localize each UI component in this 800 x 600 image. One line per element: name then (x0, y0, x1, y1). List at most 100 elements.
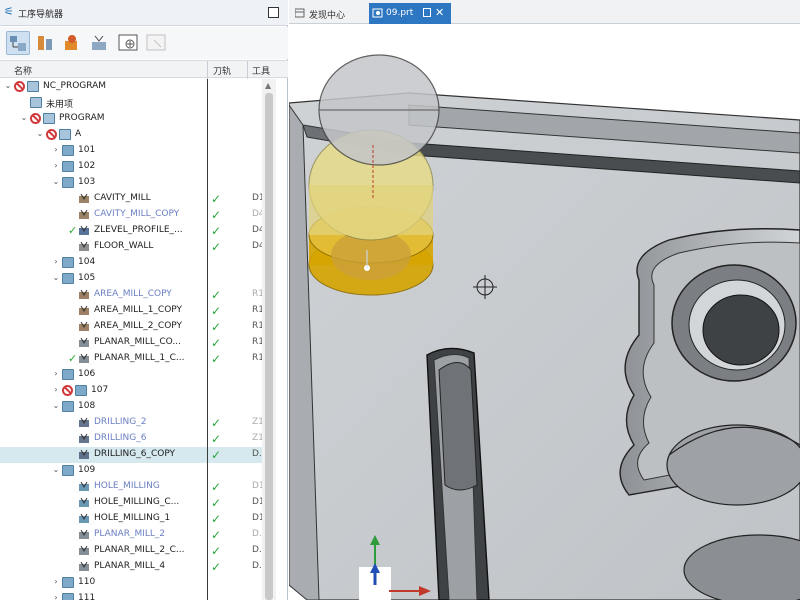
column-toolpath[interactable]: 刀轨 (213, 64, 231, 77)
expand-icon[interactable]: › (52, 594, 60, 600)
tree-operation-row[interactable]: DRILLING_2 ✓ Z1 (0, 415, 262, 431)
tree-operation-row[interactable]: HOLE_MILLING_1 ✓ D1 (0, 511, 262, 527)
tree-item-label: 103 (78, 177, 96, 187)
tree-item-label: AREA_MILL_2_COPY (94, 321, 183, 331)
tree-operation-row[interactable]: PLANAR_MILL_2_C... ✓ D. (0, 543, 262, 559)
tree-item-label: 105 (78, 273, 96, 283)
tree-item-label: 106 (78, 369, 96, 379)
pin-icon[interactable] (423, 8, 431, 17)
scrollbar-thumb[interactable] (265, 93, 273, 600)
navigator-tree-icon: ⚟ (4, 5, 14, 18)
collapse-icon[interactable]: ⌄ (52, 402, 60, 410)
tree-operation-row[interactable]: AREA_MILL_2_COPY ✓ R1 (0, 319, 262, 335)
expand-icon[interactable]: › (52, 578, 60, 586)
expand-icon[interactable]: › (52, 258, 60, 266)
navigator-title: 工序导航器 (18, 10, 64, 20)
tree-group-row[interactable]: ⌄ A (0, 127, 262, 143)
toolpath-status-check-icon: ✓ (211, 224, 222, 238)
collapse-icon[interactable]: ⌄ (36, 130, 44, 138)
tree-group-row[interactable]: ⌄ 103 (0, 175, 262, 191)
tree-operation-row[interactable]: AREA_MILL_1_COPY ✓ R1 (0, 303, 262, 319)
collapse-icon[interactable]: ⌄ (20, 114, 28, 122)
tool-name: D1 (252, 513, 262, 523)
tree-item-label: 109 (78, 465, 96, 475)
expand-icon[interactable]: › (52, 162, 60, 170)
collapse-icon[interactable]: ⌄ (52, 274, 60, 282)
tree-group-row[interactable]: › 104 (0, 255, 262, 271)
tool-name: R1 (252, 289, 262, 299)
expand-icon[interactable]: › (52, 386, 60, 394)
tree-group-row[interactable]: ⌄ PROGRAM (0, 111, 262, 127)
cad-model-view[interactable] (289, 25, 800, 600)
collapse-icon[interactable]: ⌄ (52, 466, 60, 474)
floor-operation-icon (78, 241, 90, 252)
maximize-panel-button[interactable] (268, 7, 279, 18)
expand-icon[interactable]: › (52, 146, 60, 154)
part-icon (372, 8, 383, 18)
machine-tool-view-button[interactable] (34, 31, 58, 55)
tab-discovery-label: 发现中心 (309, 11, 346, 21)
program-order-icon (10, 36, 26, 51)
column-name[interactable]: 名称 (14, 64, 32, 77)
tree-group-row[interactable]: › 102 (0, 159, 262, 175)
tree-item-label: 101 (78, 145, 96, 155)
collapse-icon[interactable]: ⌄ (52, 178, 60, 186)
scroll-up-icon[interactable]: ▲ (265, 81, 271, 90)
toolpath-status-check-icon: ✓ (211, 208, 222, 222)
tree-group-row[interactable]: › 101 (0, 143, 262, 159)
tree-operation-row[interactable]: AREA_MILL_COPY ✓ R1 (0, 287, 262, 303)
planar-operation-icon (78, 561, 90, 572)
graphics-viewport[interactable] (289, 25, 800, 600)
tree-operation-row[interactable]: PLANAR_MILL_2 ✓ D. (0, 527, 262, 543)
not-generated-icon (14, 81, 25, 92)
folder-icon (62, 177, 74, 188)
add-to-view-button[interactable] (116, 31, 140, 55)
program-order-view-button[interactable] (6, 31, 30, 55)
tree-operation-row[interactable]: PLANAR_MILL_4 ✓ D. (0, 559, 262, 575)
tree-group-row[interactable]: 未用项 (0, 95, 262, 111)
tree-item-label: 108 (78, 401, 96, 411)
tree-operation-row[interactable]: CAVITY_MILL ✓ D1 (0, 191, 262, 207)
toolpath-status-check-icon: ✓ (211, 544, 222, 558)
machining-method-view-button[interactable] (88, 31, 112, 55)
complete-check-icon: ✓ (68, 224, 78, 237)
through-hole[interactable] (702, 294, 780, 366)
tree-group-row[interactable]: ⌄ NC_PROGRAM (0, 79, 262, 95)
folder-icon (62, 273, 74, 284)
tree-group-row[interactable]: ⌄ 108 (0, 399, 262, 415)
tree-group-row[interactable]: › 106 (0, 367, 262, 383)
tree-group-row[interactable]: › 111 (0, 591, 262, 600)
tree-operation-row[interactable]: HOLE_MILLING_C... ✓ D1 (0, 495, 262, 511)
area-operation-icon (78, 305, 90, 316)
tree-operation-row[interactable]: CAVITY_MILL_COPY ✓ D4 (0, 207, 262, 223)
planar-operation-icon (78, 337, 90, 348)
tree-operation-row[interactable]: ✓ PLANAR_MILL_1_C... ✓ R1 (0, 351, 262, 367)
tree-operation-row[interactable]: PLANAR_MILL_CO... ✓ R1 (0, 335, 262, 351)
disabled-tool-button[interactable] (144, 31, 168, 55)
tool-name: D1 (252, 497, 262, 507)
tree-group-row[interactable]: › 107 (0, 383, 262, 399)
geometry-view-button[interactable] (60, 31, 84, 55)
tree-operation-row[interactable]: ✓ ZLEVEL_PROFILE_... ✓ D4 (0, 223, 262, 239)
tree-operation-row[interactable]: DRILLING_6 ✓ Z1 (0, 431, 262, 447)
tree-item-label: AREA_MILL_1_COPY (94, 305, 183, 315)
tool-name: D4 (252, 225, 262, 235)
tool-name: R1 (252, 321, 262, 331)
tree-operation-row[interactable]: FLOOR_WALL ✓ D4 (0, 239, 262, 255)
tab-09-prt[interactable]: 09.prt ✕ (369, 3, 451, 24)
tree-group-row[interactable]: › 110 (0, 575, 262, 591)
collapse-icon[interactable]: ⌄ (4, 82, 12, 90)
expand-icon[interactable]: › (52, 370, 60, 378)
tab-discovery-center[interactable]: 发现中心 (293, 3, 367, 24)
program-group-icon (43, 113, 55, 124)
tree-vertical-scrollbar[interactable]: ▲ (262, 79, 276, 600)
tool-name: D1 (252, 481, 262, 491)
tree-group-row[interactable]: ⌄ 105 (0, 271, 262, 287)
toolpath-status-check-icon: ✓ (211, 192, 222, 206)
tree-group-row[interactable]: ⌄ 109 (0, 463, 262, 479)
drill-tool-assembly[interactable] (308, 54, 440, 296)
tree-operation-row[interactable]: DRILLING_6_COPY ✓ D. (0, 447, 262, 463)
tree-operation-row[interactable]: HOLE_MILLING ✓ D1 (0, 479, 262, 495)
column-tool[interactable]: 工具 (252, 64, 270, 77)
close-icon[interactable]: ✕ (435, 6, 444, 19)
